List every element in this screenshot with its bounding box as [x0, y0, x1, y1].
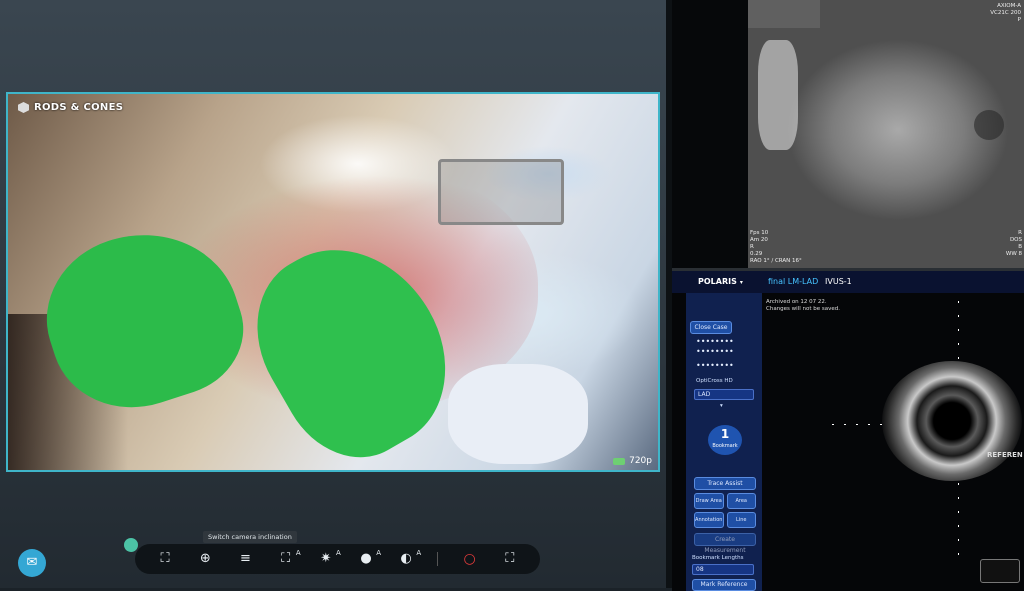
toolbar-separator	[437, 552, 439, 566]
autofocus-icon[interactable]: ⛶ A	[277, 549, 301, 568]
mark-reference-button[interactable]: Mark Reference	[692, 579, 756, 591]
contrast-icon[interactable]: ◐ A	[397, 549, 422, 568]
masked-field-3: ••••••••	[696, 361, 734, 370]
ivus-control-panel: Close Case •••••••• •••••••• •••••••• Op…	[686, 293, 762, 591]
xray-top-right-info: AXIOM-A VC21C 200 P	[990, 3, 1021, 23]
collapse-toolbar-button[interactable]	[124, 538, 138, 552]
zoom-icon[interactable]: ⊕	[196, 550, 214, 568]
record-icon[interactable]: ○	[461, 550, 479, 568]
app-menu[interactable]: POLARIS ▾	[698, 277, 743, 286]
reference-label: REFEREN	[987, 451, 1023, 459]
ivus-header: POLARIS ▾ final LM-LAD IVUS-1	[672, 271, 1024, 293]
line-tool[interactable]: Line	[726, 512, 756, 528]
chevron-down-icon: ▾	[739, 279, 743, 286]
vessel-lumen-ring	[882, 361, 1022, 481]
toolbar-tooltip: Switch camera inclination	[203, 531, 297, 543]
surgical-video-feed[interactable]: RODS & CONES 720p	[6, 92, 660, 472]
surgical-fixture	[438, 159, 564, 225]
xray-overlay-block	[748, 0, 820, 28]
brand-name: RODS & CONES	[34, 102, 124, 113]
masked-field-1: ••••••••	[696, 337, 734, 346]
chat-icon: ✉	[26, 555, 38, 570]
create-measurement-button[interactable]: Create Measurement	[694, 533, 756, 554]
bookmark-lengths-label: Bookmark Lengths	[692, 555, 744, 561]
annotation-tool[interactable]: Annotation	[694, 512, 724, 528]
exposure-icon[interactable]: ● A	[357, 549, 381, 568]
longitudinal-view-icon[interactable]	[980, 559, 1020, 583]
close-case-button[interactable]: Close Case	[690, 321, 732, 334]
resolution-badge: 720p	[613, 456, 652, 466]
bookmark-button[interactable]: 1 Bookmark	[708, 425, 742, 455]
ivus-monitor: POLARIS ▾ final LM-LAD IVUS-1 Close Case …	[672, 268, 1024, 591]
brand-watermark: RODS & CONES	[18, 102, 123, 113]
device-label: OptiCross HD	[696, 378, 733, 384]
fullscreen-icon[interactable]: ⛶	[501, 550, 519, 568]
rods-cones-logo-icon	[18, 102, 29, 113]
chat-button[interactable]: ✉	[18, 549, 46, 577]
dark-screen-area	[672, 0, 748, 268]
angiography-xray-view: AXIOM-A VC21C 200 P Fps 10 Am 20 R 0.29 …	[748, 0, 1024, 268]
video-call-monitor: RODS & CONES 720p Switch camera inclinat…	[0, 0, 668, 588]
camera-inclination-icon[interactable]: ≡	[236, 550, 254, 568]
trace-assist-button[interactable]: Trace Assist	[694, 477, 756, 490]
masked-field-2: ••••••••	[696, 347, 734, 356]
chevron-down-icon[interactable]: ▾	[720, 403, 723, 409]
resolution-label: 720p	[629, 456, 652, 466]
xray-bright-region	[758, 40, 798, 150]
draw-area-tool[interactable]: Draw Area	[694, 493, 724, 509]
measure-tools-grid: Draw Area Area Annotation Line	[694, 493, 756, 528]
xray-bottom-left-info: Fps 10 Am 20 R 0.29 RAO 1° / CRAN 16°	[750, 230, 802, 264]
case-title: final LM-LAD	[768, 277, 819, 286]
xray-dark-region	[974, 110, 1004, 140]
camera-icon	[613, 457, 626, 465]
frame-icon[interactable]: ⛶	[156, 550, 174, 568]
archive-note: Archived on 12 07 22. Changes will not b…	[766, 299, 840, 312]
area-tool[interactable]: Area	[726, 493, 756, 509]
bookmark-lengths-select[interactable]: 08	[692, 564, 754, 575]
tab-ivus-1[interactable]: IVUS-1	[825, 277, 852, 286]
brightness-icon[interactable]: ✷ A	[317, 549, 340, 568]
camera-control-toolbar: ⛶ ⊕ ≡ ⛶ A ✷ A ● A ◐ A ○ ⛶	[135, 544, 540, 574]
white-cloth	[448, 364, 588, 464]
xray-bottom-right-info: R DOS B WW 8	[1005, 230, 1022, 257]
vessel-select[interactable]: LAD	[694, 389, 754, 400]
